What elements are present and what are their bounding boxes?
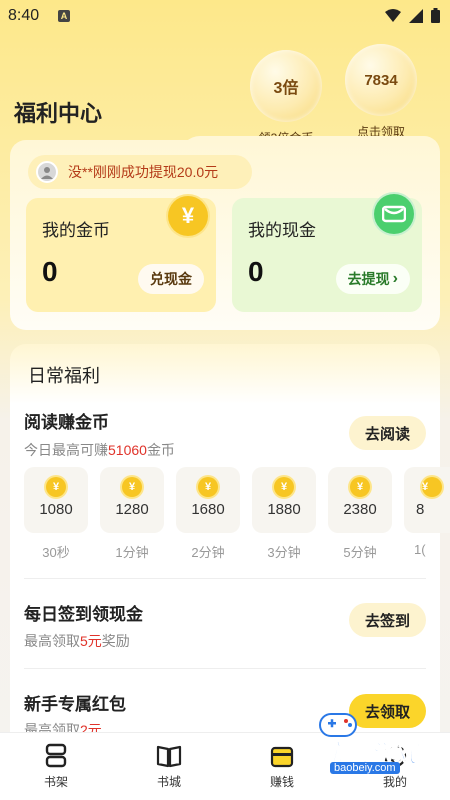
go-read-button[interactable]: 去阅读 bbox=[348, 416, 426, 450]
coin-icon: ¥ bbox=[46, 477, 66, 497]
reward-tile: ¥8 bbox=[404, 467, 450, 533]
withdraw-ticker: 没**刚刚成功提现20.0元 bbox=[28, 155, 252, 189]
withdraw-button-label: 去提现 bbox=[347, 271, 390, 287]
tab-label: 书城 bbox=[156, 775, 181, 789]
signal-icon bbox=[409, 8, 423, 23]
coin-icon: ¥ bbox=[350, 477, 370, 497]
coin-icon: ¥ bbox=[422, 477, 442, 497]
checkin-task-subtitle: 最高领取5元奖励 bbox=[24, 633, 130, 649]
status-time: 8:40 bbox=[8, 7, 40, 24]
tab-label: 书架 bbox=[43, 775, 68, 789]
coin-icon: ¥ bbox=[122, 477, 142, 497]
read-task-title: 阅读赚金币 bbox=[24, 413, 109, 432]
read-task-subtitle: 今日最高可赚51060金币 bbox=[24, 442, 175, 458]
reward-time: 2分钟 bbox=[191, 545, 225, 560]
reward-time: 5分钟 bbox=[343, 545, 377, 560]
status-icons bbox=[385, 8, 440, 23]
reward-time: 3分钟 bbox=[267, 545, 301, 560]
triple-coins-bubble[interactable]: 3倍 bbox=[250, 50, 322, 122]
divider bbox=[24, 578, 426, 579]
daily-benefits-title: 日常福利 bbox=[28, 366, 100, 386]
user-avatar-icon bbox=[41, 167, 53, 179]
tab-bookstore[interactable]: 书城 bbox=[129, 743, 209, 790]
status-bar: 8:40 A bbox=[0, 0, 450, 32]
book-icon bbox=[129, 743, 209, 769]
watermark: 宝贝游戏网 baobeiy.com bbox=[270, 706, 440, 800]
reward-time: 1( bbox=[414, 542, 426, 557]
coin-icon: ¥ bbox=[198, 477, 218, 497]
exchange-cash-button[interactable]: 兑现金 bbox=[138, 264, 204, 294]
reward-tile: ¥1080 bbox=[24, 467, 88, 533]
wifi-icon bbox=[385, 8, 401, 22]
cash-envelope-icon bbox=[374, 194, 414, 234]
reward-time: 1分钟 bbox=[115, 545, 149, 560]
my-cash-value: 0 bbox=[248, 256, 264, 287]
checkin-task-title: 每日签到领现金 bbox=[24, 605, 143, 624]
reward-time: 30秒 bbox=[42, 545, 70, 560]
reward-tile: ¥2380 bbox=[328, 467, 392, 533]
claim-coins-bubble[interactable]: 7834 bbox=[345, 44, 417, 116]
my-coins-value: 0 bbox=[42, 256, 58, 287]
divider bbox=[24, 668, 426, 669]
avatar bbox=[36, 161, 58, 183]
yen-coin-icon: ¥ bbox=[168, 196, 208, 236]
reward-tile: ¥1280 bbox=[100, 467, 164, 533]
watermark-url: baobeiy.com bbox=[330, 762, 400, 774]
chevron-right-icon: › bbox=[392, 270, 398, 287]
newbie-task-title: 新手专属红包 bbox=[24, 695, 126, 714]
reward-tile: ¥1880 bbox=[252, 467, 316, 533]
coin-icon: ¥ bbox=[274, 477, 294, 497]
withdraw-button[interactable]: 去提现 › bbox=[335, 264, 410, 294]
tab-bookshelf[interactable]: 书架 bbox=[16, 743, 96, 790]
bookshelf-icon bbox=[16, 743, 96, 769]
ticker-text: 没**刚刚成功提现20.0元 bbox=[68, 164, 219, 180]
checkin-button[interactable]: 去签到 bbox=[348, 603, 426, 637]
reward-tile: ¥1680 bbox=[176, 467, 240, 533]
battery-icon bbox=[431, 8, 440, 23]
page-title: 福利中心 bbox=[14, 101, 103, 126]
notification-icon: A bbox=[58, 10, 70, 22]
